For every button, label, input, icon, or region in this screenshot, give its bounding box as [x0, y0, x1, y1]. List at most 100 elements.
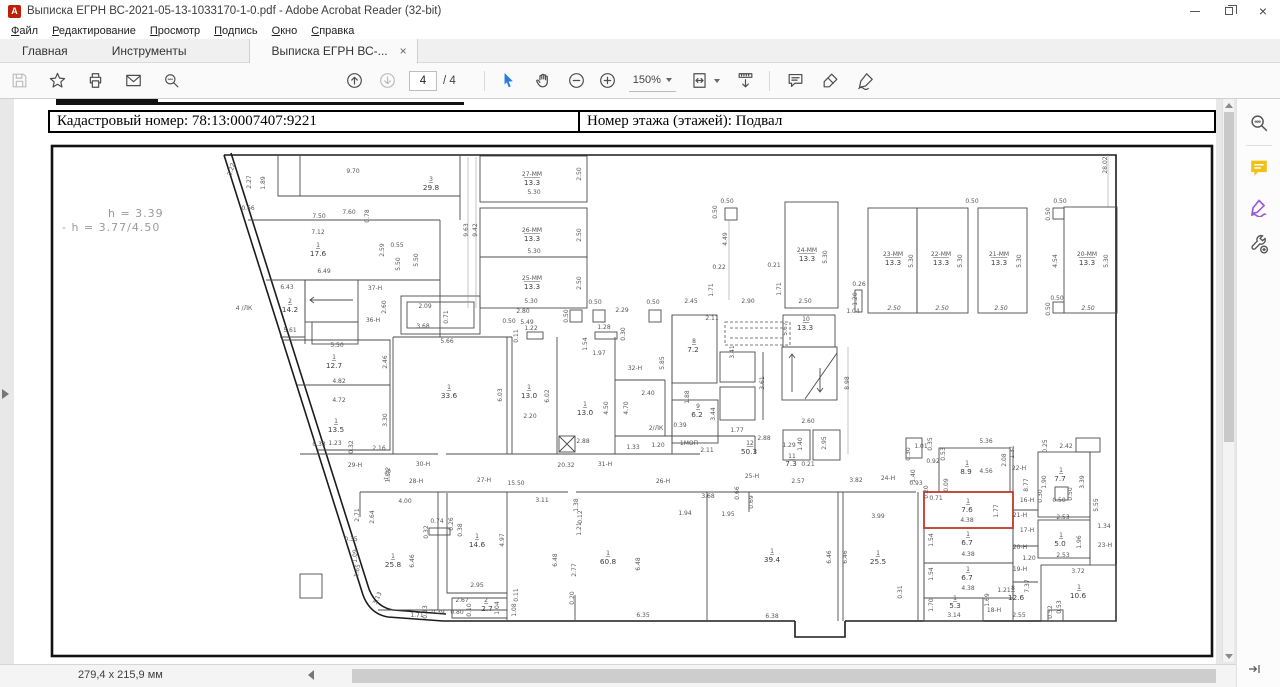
- plan-label: 2.95: [470, 582, 484, 589]
- zoom-in-button[interactable]: [598, 71, 617, 90]
- plan-label: 6.48: [635, 557, 642, 571]
- plan-label: 7.50: [312, 213, 326, 220]
- favorite-button[interactable]: [48, 71, 67, 90]
- page-down-icon: [378, 71, 397, 90]
- fit-options-chevron-icon[interactable]: [714, 79, 720, 83]
- plan-label: 0.80: [450, 609, 464, 616]
- plan-label: 5.61: [283, 327, 297, 334]
- menu-item-1[interactable]: Редактирование: [45, 25, 143, 37]
- scroll-down-button[interactable]: [1223, 650, 1235, 662]
- fill-sign-button[interactable]: [856, 71, 875, 90]
- plan-label: 6.7: [961, 538, 973, 547]
- plan-label: 0.11: [513, 588, 520, 602]
- plan-label: 0.32: [423, 525, 430, 539]
- plan-label: 7.3: [785, 459, 797, 468]
- plan-label: 4.70: [623, 401, 630, 415]
- plan-border: [52, 146, 1212, 656]
- close-button[interactable]: ×: [1246, 0, 1280, 22]
- vertical-scrollbar[interactable]: [1222, 99, 1234, 662]
- minimize-button[interactable]: [1178, 0, 1212, 22]
- tools-panel-button[interactable]: [1247, 232, 1271, 256]
- plan-label: 20-ММ: [1077, 251, 1097, 258]
- navigation-pane-toggle[interactable]: [2, 389, 9, 399]
- plan-label: 4.38: [961, 551, 975, 558]
- plan-label: 1.04: [846, 308, 860, 315]
- plan-label: 1.54: [928, 567, 935, 581]
- search-button[interactable]: [162, 71, 181, 90]
- horizontal-scrollbar[interactable]: [352, 669, 1216, 683]
- plan-label: 2/ЛК: [649, 425, 664, 432]
- comments-panel-button[interactable]: [1247, 156, 1271, 180]
- zoom-out-button[interactable]: [567, 71, 586, 90]
- plan-label: 1.08: [511, 603, 518, 617]
- plan-label: 0.20: [569, 591, 576, 605]
- fit-width-button[interactable]: [690, 71, 709, 90]
- ruler-scroll-icon: [736, 71, 755, 90]
- vertical-scrollbar-thumb[interactable]: [1224, 112, 1234, 442]
- search-panel-button[interactable]: [1247, 111, 1271, 135]
- menu-item-4[interactable]: Окно: [265, 25, 305, 37]
- plan-label: 1.70: [928, 598, 935, 612]
- plan-label: 27-Н: [477, 477, 491, 484]
- menu-item-0[interactable]: Файл: [4, 25, 45, 37]
- plan-label: 30-Н: [416, 461, 430, 468]
- plan-label: 13.3: [885, 258, 902, 267]
- plan-label: 2.53: [1056, 514, 1070, 521]
- plan-label: 25-Н: [745, 473, 759, 480]
- next-page-button[interactable]: [378, 71, 397, 90]
- print-button[interactable]: [86, 71, 105, 90]
- plan-label: 5.50: [395, 257, 402, 271]
- plan-label: 1: [332, 354, 336, 361]
- plan-label: 6.35: [636, 612, 650, 619]
- plan-label: 9.42: [472, 223, 479, 237]
- menu-item-2[interactable]: Просмотр: [143, 25, 207, 37]
- hand-tool-button[interactable]: [534, 71, 553, 90]
- select-tool-button[interactable]: [499, 71, 518, 90]
- plan-label: 3.14: [947, 612, 961, 619]
- plan-label: 2.90: [741, 298, 755, 305]
- menu-item-5[interactable]: Справка: [304, 25, 361, 37]
- plan-label: 5.30: [957, 254, 964, 268]
- plan-label: 0.50: [502, 318, 516, 325]
- plan-label: 5.50: [330, 342, 344, 349]
- plan-label: 0.32: [348, 440, 355, 454]
- plan-label: 2.60: [381, 300, 388, 314]
- tab-document[interactable]: Выписка ЕГРН ВС-... ×: [249, 39, 418, 63]
- plan-label: 5.67: [782, 322, 789, 336]
- menu-item-3[interactable]: Подпись: [207, 25, 265, 37]
- plan-label: 1.96: [1076, 535, 1083, 549]
- zoom-level-dropdown[interactable]: 150%: [629, 70, 676, 92]
- tab-tools[interactable]: Инструменты: [90, 39, 209, 62]
- chevron-down-icon: [666, 78, 672, 82]
- page-up-icon: [345, 71, 364, 90]
- plan-label: 3.68: [416, 323, 430, 330]
- plan-label: 0.53: [1056, 600, 1063, 614]
- comment-tool-button[interactable]: [786, 71, 805, 90]
- plan-label: 2.55: [1012, 612, 1026, 619]
- plan-label: 5.30: [527, 189, 541, 196]
- search-icon: [162, 71, 181, 90]
- previous-page-button[interactable]: [345, 71, 364, 90]
- fill-sign-panel-button[interactable]: [1247, 194, 1271, 218]
- email-button[interactable]: [124, 71, 143, 90]
- save-button[interactable]: [10, 71, 29, 90]
- highlight-tool-button[interactable]: [821, 71, 840, 90]
- scrolling-mode-button[interactable]: [736, 71, 755, 90]
- plan-label: 1.58: [384, 469, 392, 483]
- page-number-input[interactable]: 4: [409, 71, 437, 91]
- tab-close-icon[interactable]: ×: [400, 44, 407, 58]
- plan-label: 27-ММ: [522, 171, 542, 178]
- scroll-up-button[interactable]: [1223, 99, 1235, 111]
- plan-label: 1.21: [576, 522, 583, 536]
- restore-button[interactable]: [1212, 0, 1246, 22]
- plan-label: 5.66: [440, 338, 454, 345]
- minus-circle-icon: [567, 71, 586, 90]
- tab-home[interactable]: Главная: [0, 39, 90, 62]
- plan-label: 4.49: [722, 232, 729, 246]
- scroll-left-button[interactable]: [308, 670, 314, 680]
- plan-label: 1.04: [494, 601, 501, 615]
- expand-panel-button[interactable]: [1247, 661, 1263, 682]
- plan-label: 26-ММ: [522, 227, 542, 234]
- plan-label: 1: [966, 498, 970, 505]
- plan-label: 3.82: [849, 477, 863, 484]
